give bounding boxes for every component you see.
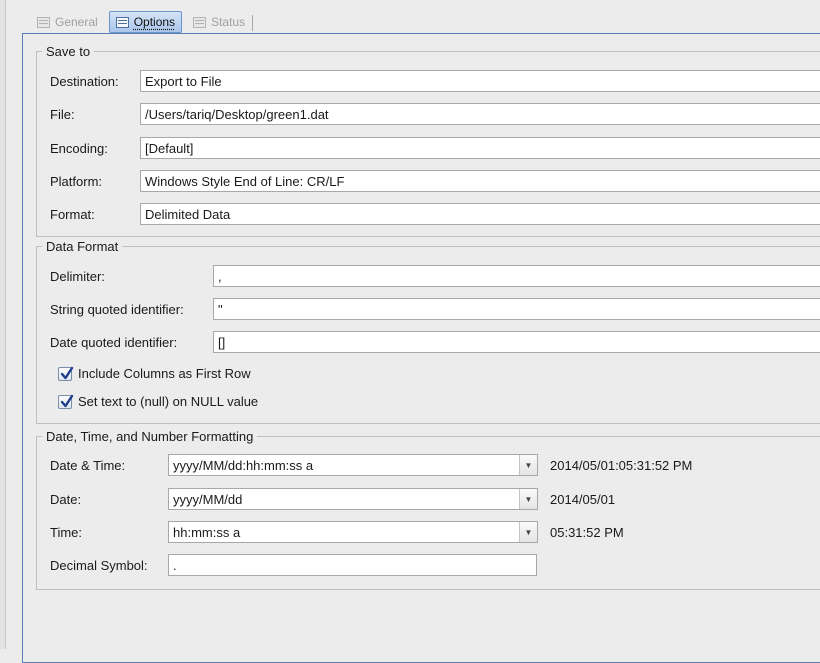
datetime-label: Date & Time:: [50, 458, 126, 473]
tab-general[interactable]: General: [30, 11, 105, 33]
decimal-value: .: [173, 557, 177, 573]
destination-value: Export to File: [145, 73, 222, 89]
destination-label: Destination:: [50, 74, 119, 89]
tab-general-label: General: [55, 15, 98, 29]
table-icon: [37, 16, 50, 28]
table-icon: [115, 16, 129, 28]
decimal-field[interactable]: .: [168, 554, 537, 576]
delimiter-field[interactable]: ,: [213, 265, 820, 287]
delimiter-value: ,: [218, 268, 222, 284]
format-value: Delimited Data: [145, 206, 231, 222]
datetime-value[interactable]: yyyy/MM/dd:hh:mm:ss a: [169, 458, 519, 473]
format-field[interactable]: Delimited Data: [140, 203, 820, 225]
format-label: Format:: [50, 207, 95, 222]
encoding-label: Encoding:: [50, 141, 108, 156]
window-left-edge: [0, 0, 6, 649]
save-to-title: Save to: [46, 44, 91, 59]
checkmark-icon: [60, 394, 74, 407]
time-value[interactable]: hh:mm:ss a: [169, 525, 519, 540]
tab-options-label: Options: [133, 15, 176, 29]
options-panel: Save to Destination: Export to File File…: [22, 33, 820, 663]
date-label: Date:: [50, 492, 82, 507]
tab-status[interactable]: Status: [186, 11, 252, 33]
tab-options[interactable]: Options: [108, 11, 183, 33]
datetime-preview: 2014/05/01:05:31:52 PM: [550, 458, 693, 473]
file-field[interactable]: /Users/tariq/Desktop/green1.dat: [140, 103, 820, 125]
date-value[interactable]: yyyy/MM/dd: [169, 492, 519, 507]
formatting-title: Date, Time, and Number Formatting: [46, 429, 254, 444]
delimiter-label: Delimiter:: [50, 269, 105, 284]
date-preview: 2014/05/01: [550, 492, 616, 507]
dropdown-arrow-icon[interactable]: ▼: [519, 489, 537, 509]
set-null-checkbox[interactable]: Set text to (null) on NULL value: [58, 394, 258, 409]
include-columns-checkbox[interactable]: Include Columns as First Row: [58, 366, 251, 381]
set-null-label: Set text to (null) on NULL value: [78, 394, 259, 409]
platform-field[interactable]: Windows Style End of Line: CR/LF: [140, 170, 820, 192]
destination-field[interactable]: Export to File: [140, 70, 820, 92]
encoding-value: [Default]: [145, 140, 194, 156]
checkbox-box[interactable]: [58, 366, 74, 381]
date-quoted-label: Date quoted identifier:: [50, 335, 178, 350]
dropdown-arrow-icon[interactable]: ▼: [519, 455, 537, 475]
include-columns-label: Include Columns as First Row: [78, 366, 251, 381]
string-quoted-value: ": [218, 301, 223, 317]
date-combo[interactable]: yyyy/MM/dd ▼: [168, 488, 538, 510]
dropdown-arrow-icon[interactable]: ▼: [519, 522, 537, 542]
file-label: File:: [50, 107, 75, 122]
checkmark-icon: [60, 366, 74, 379]
tab-bar: General Options Status: [30, 11, 254, 33]
decimal-label: Decimal Symbol:: [50, 558, 148, 573]
string-quoted-label: String quoted identifier:: [50, 302, 184, 317]
time-combo[interactable]: hh:mm:ss a ▼: [168, 521, 538, 543]
checkbox-box[interactable]: [58, 394, 74, 409]
table-icon: [193, 16, 207, 28]
platform-label: Platform:: [50, 174, 103, 189]
data-format-title: Data Format: [46, 239, 119, 254]
encoding-field[interactable]: [Default]: [140, 137, 820, 159]
tab-status-label: Status: [211, 15, 246, 29]
datetime-combo[interactable]: yyyy/MM/dd:hh:mm:ss a ▼: [168, 454, 538, 476]
file-value: /Users/tariq/Desktop/green1.dat: [145, 106, 329, 122]
tab-separator: [252, 15, 254, 31]
date-quoted-field[interactable]: []: [213, 331, 820, 353]
time-label: Time:: [50, 525, 83, 540]
string-quoted-field[interactable]: ": [213, 298, 820, 320]
date-quoted-value: []: [218, 334, 226, 350]
platform-value: Windows Style End of Line: CR/LF: [145, 173, 345, 189]
time-preview: 05:31:52 PM: [550, 525, 624, 540]
